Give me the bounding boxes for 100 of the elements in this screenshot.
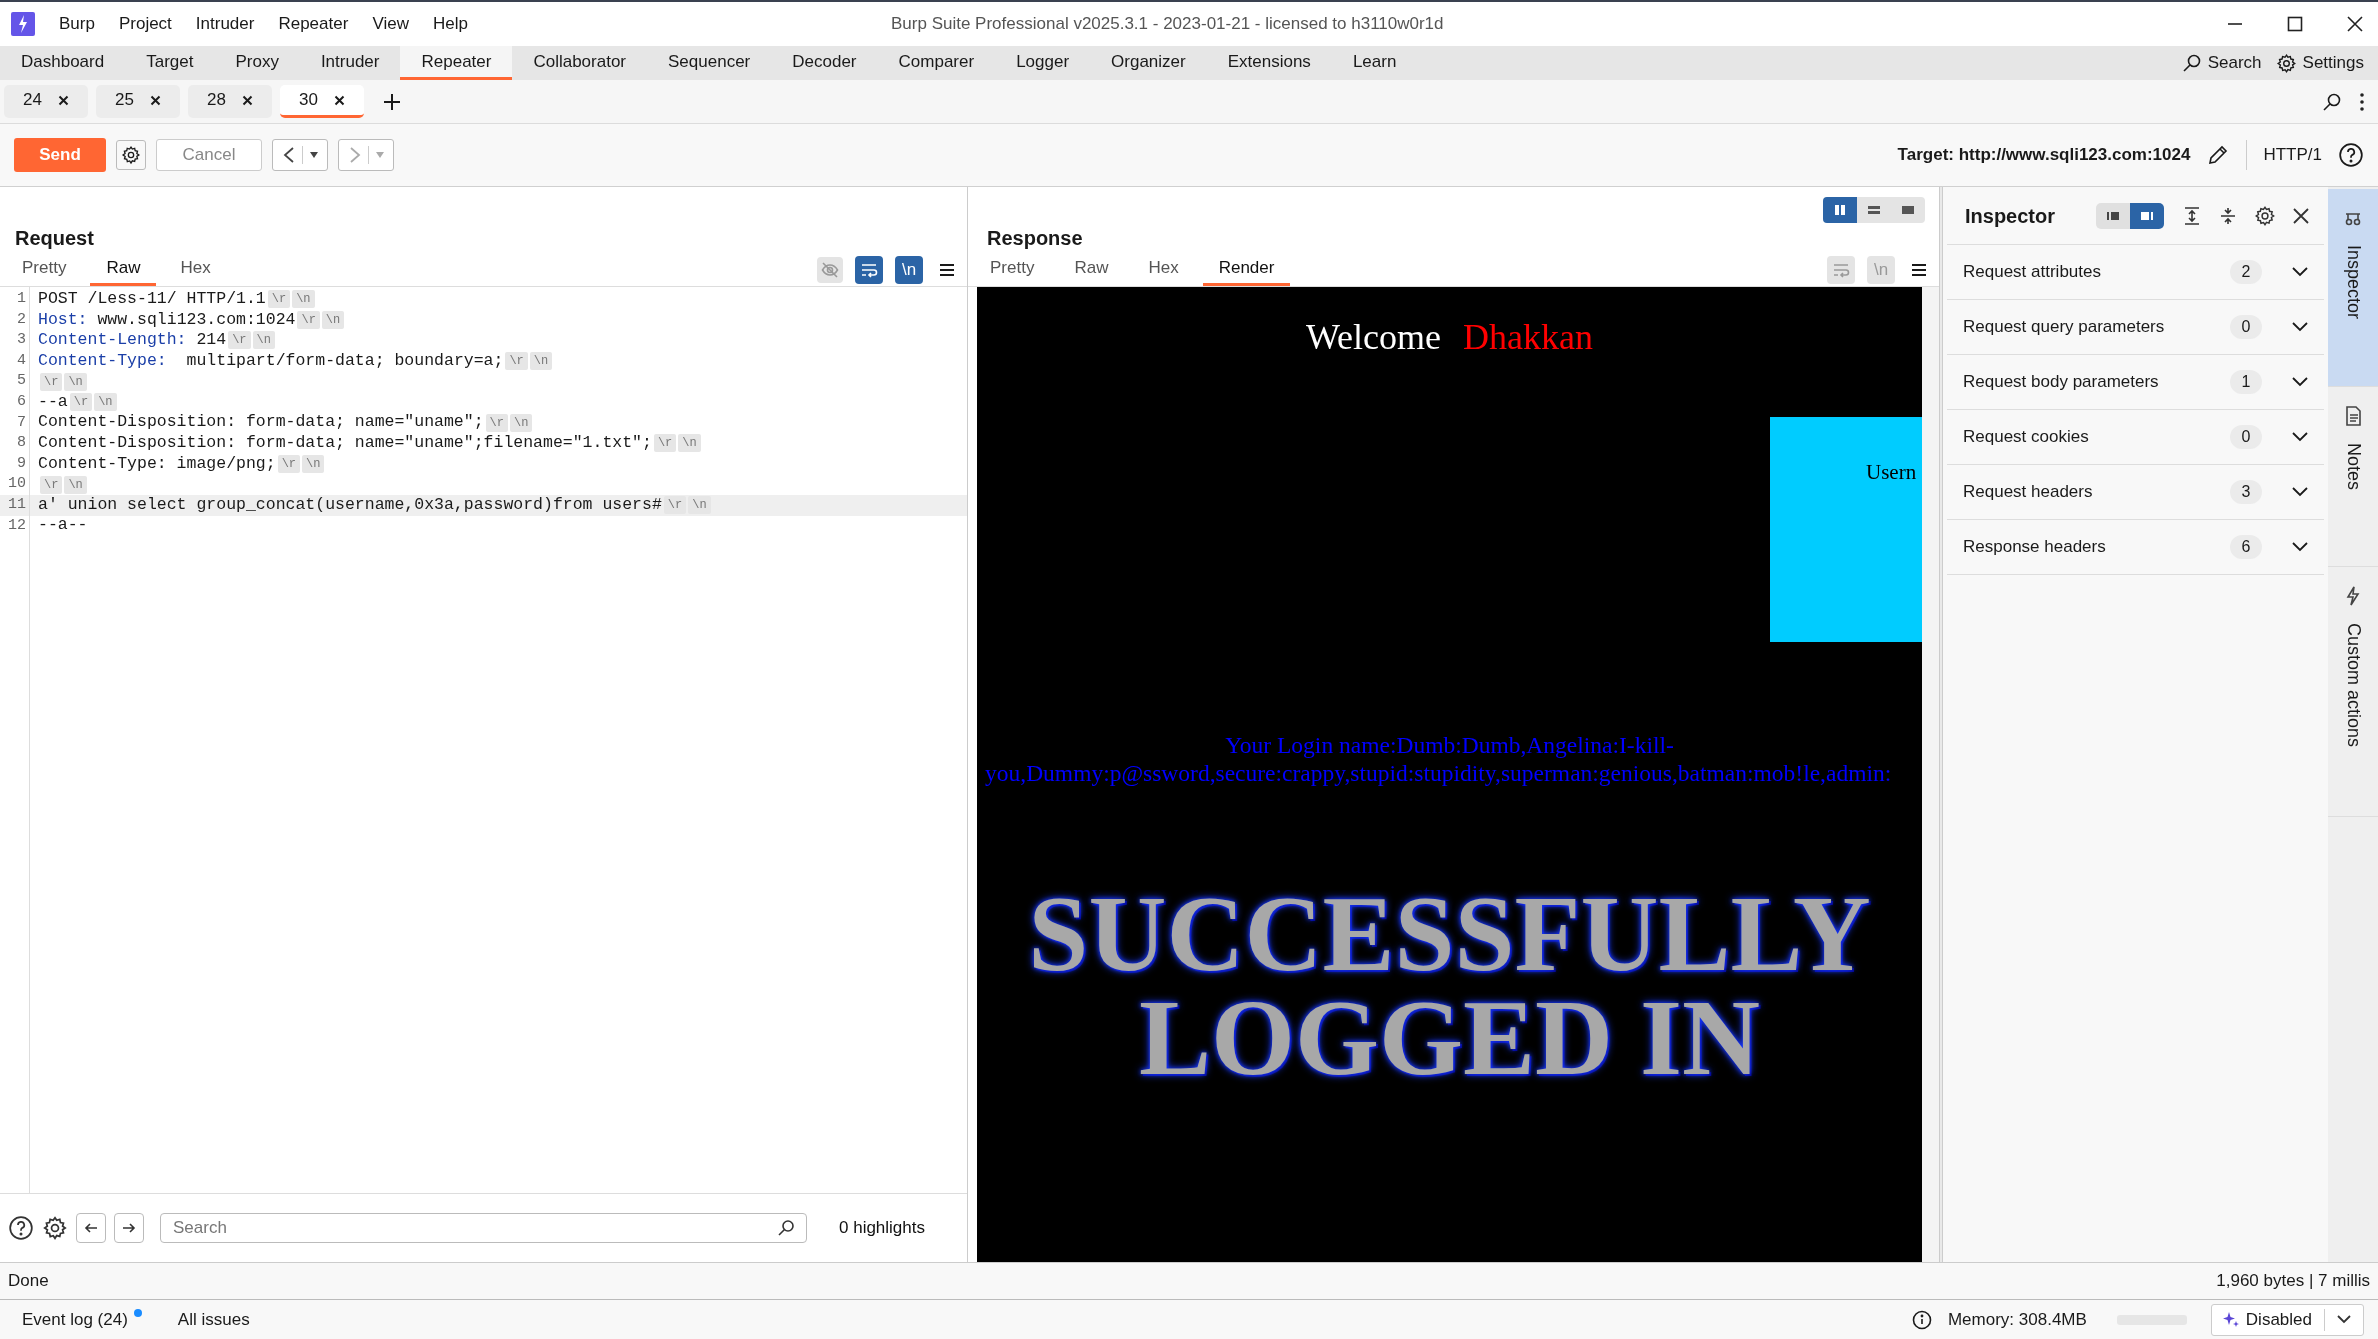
editor-tab[interactable]: Hex xyxy=(164,253,227,286)
main-tab[interactable]: Sequencer xyxy=(647,46,772,80)
main-tab[interactable]: Target xyxy=(125,46,215,80)
add-tab-icon[interactable] xyxy=(382,91,402,112)
inspector-section[interactable]: Request headers 3 xyxy=(1947,465,2324,520)
event-log-link[interactable]: Event log (24) xyxy=(22,1306,134,1333)
request-tab[interactable]: 24 xyxy=(4,85,88,118)
main-tab[interactable]: Dashboard xyxy=(0,46,126,80)
layout-toggle[interactable] xyxy=(1891,197,1925,223)
request-tab[interactable]: 28 xyxy=(188,85,272,118)
close-icon[interactable] xyxy=(2292,206,2310,225)
side-tab[interactable]: Notes xyxy=(2328,387,2378,567)
menu-icon[interactable] xyxy=(939,262,955,277)
help-icon[interactable] xyxy=(8,1215,34,1241)
menu-item[interactable]: View xyxy=(372,11,409,37)
help-icon[interactable] xyxy=(2338,142,2364,168)
line-number: 9 xyxy=(16,453,27,474)
inspector-section[interactable]: Request query parameters 0 xyxy=(1947,300,2324,355)
protocol-button[interactable]: HTTP/1 xyxy=(2263,142,2322,168)
menu-item[interactable]: Intruder xyxy=(195,11,255,37)
columns-layout-icon xyxy=(1832,203,1848,217)
editor-tab[interactable]: Raw xyxy=(1058,253,1125,286)
main-tab[interactable]: Collaborator xyxy=(512,46,648,80)
word-wrap-toggle[interactable] xyxy=(1827,255,1855,284)
line-break-marker: \n xyxy=(252,331,275,350)
user-name: Dhakkan xyxy=(1463,317,1593,357)
menu-item[interactable]: Repeater xyxy=(278,11,349,37)
line-break-marker: \n xyxy=(94,393,117,412)
main-tab[interactable]: Logger xyxy=(995,46,1091,80)
chevron-down-icon[interactable] xyxy=(2337,1315,2351,1324)
side-tab[interactable]: Custom actions xyxy=(2328,567,2378,817)
inspector-section[interactable]: Request cookies 0 xyxy=(1947,410,2324,465)
close-icon[interactable] xyxy=(333,94,345,106)
main-tab[interactable]: Learn xyxy=(1331,46,1418,80)
single-layout-icon xyxy=(1900,203,1916,217)
more-options-icon[interactable] xyxy=(2360,92,2364,111)
editor-tab[interactable]: Pretty xyxy=(6,253,83,286)
inspector-section[interactable]: Request attributes 2 xyxy=(1947,245,2324,300)
search-icon[interactable] xyxy=(2322,91,2342,112)
inspector-section[interactable]: Request body parameters 1 xyxy=(1947,355,2324,410)
previous-match-button[interactable] xyxy=(76,1213,106,1243)
request-tab[interactable]: 30 xyxy=(280,85,364,118)
line-number: 1 xyxy=(16,289,27,310)
main-tab[interactable]: Extensions xyxy=(1206,46,1332,80)
line-break-marker: \n xyxy=(302,455,325,474)
info-icon[interactable] xyxy=(1911,1309,1932,1330)
main-tab[interactable]: Proxy xyxy=(214,46,300,80)
back-button[interactable] xyxy=(272,139,328,171)
settings-button[interactable]: Settings xyxy=(2275,50,2364,76)
ai-button[interactable]: Disabled xyxy=(2210,1303,2364,1336)
main-tab[interactable]: Decoder xyxy=(771,46,878,80)
main-tab[interactable]: Intruder xyxy=(299,46,401,80)
next-match-button[interactable] xyxy=(114,1213,144,1243)
newline-toggle[interactable]: \n xyxy=(895,255,923,284)
main-tab[interactable]: Comparer xyxy=(877,46,996,80)
menu-item[interactable]: Burp xyxy=(59,11,95,37)
word-wrap-toggle[interactable] xyxy=(855,255,883,284)
cancel-button[interactable]: Cancel xyxy=(156,139,262,171)
all-issues-link[interactable]: All issues xyxy=(177,1306,250,1333)
main-tab[interactable]: Repeater xyxy=(400,46,513,80)
close-icon[interactable] xyxy=(2346,15,2364,33)
line-number: 12 xyxy=(7,515,27,536)
search-icon xyxy=(777,1219,795,1237)
main-tab[interactable]: Organizer xyxy=(1090,46,1207,80)
inspector-section[interactable]: Response headers 6 xyxy=(1947,520,2324,575)
search-button[interactable]: Search xyxy=(2181,50,2262,76)
request-tab[interactable]: 25 xyxy=(96,85,180,118)
line-break-marker: \n xyxy=(678,434,701,453)
maximize-icon[interactable] xyxy=(2286,15,2304,33)
left-chevron-icon xyxy=(281,146,296,164)
line-break-marker: \r xyxy=(267,290,291,309)
close-icon[interactable] xyxy=(241,94,253,106)
chevron-down-icon xyxy=(2292,377,2308,387)
settings-icon[interactable] xyxy=(2254,204,2276,227)
menu-item[interactable]: Project xyxy=(118,11,172,37)
search-field[interactable]: Search xyxy=(160,1213,807,1243)
chevron-down-icon xyxy=(2292,487,2308,497)
side-tab[interactable]: Inspector xyxy=(2328,189,2378,387)
chevron-down-icon xyxy=(2292,542,2308,552)
line-break-marker: \r xyxy=(485,413,508,432)
settings-icon[interactable] xyxy=(42,1215,68,1241)
editor-tab[interactable]: Raw xyxy=(90,253,157,286)
editor-tab[interactable]: Hex xyxy=(1132,253,1195,286)
expand-all-icon[interactable] xyxy=(2182,205,2202,226)
code-line: Host: www.sqli123.com:1024 xyxy=(38,308,296,331)
menu-icon[interactable] xyxy=(1911,262,1927,277)
collapse-all-icon[interactable] xyxy=(2218,205,2238,226)
editor-tab[interactable]: Pretty xyxy=(974,253,1051,286)
tab-label: 25 xyxy=(115,89,134,112)
close-icon[interactable] xyxy=(149,94,161,106)
layout-toggle[interactable] xyxy=(1823,197,1857,223)
app-logo-icon xyxy=(11,12,35,36)
caret-icon[interactable] xyxy=(308,151,319,159)
layout-toggle[interactable] xyxy=(1857,197,1891,223)
layout-toggle[interactable] xyxy=(2130,202,2164,229)
menu-item[interactable]: Help xyxy=(432,11,468,37)
send-options-button[interactable] xyxy=(116,140,146,170)
show-hidden-toggle[interactable] xyxy=(817,256,843,283)
layout-toggle[interactable] xyxy=(2096,202,2130,229)
close-icon[interactable] xyxy=(57,94,69,106)
